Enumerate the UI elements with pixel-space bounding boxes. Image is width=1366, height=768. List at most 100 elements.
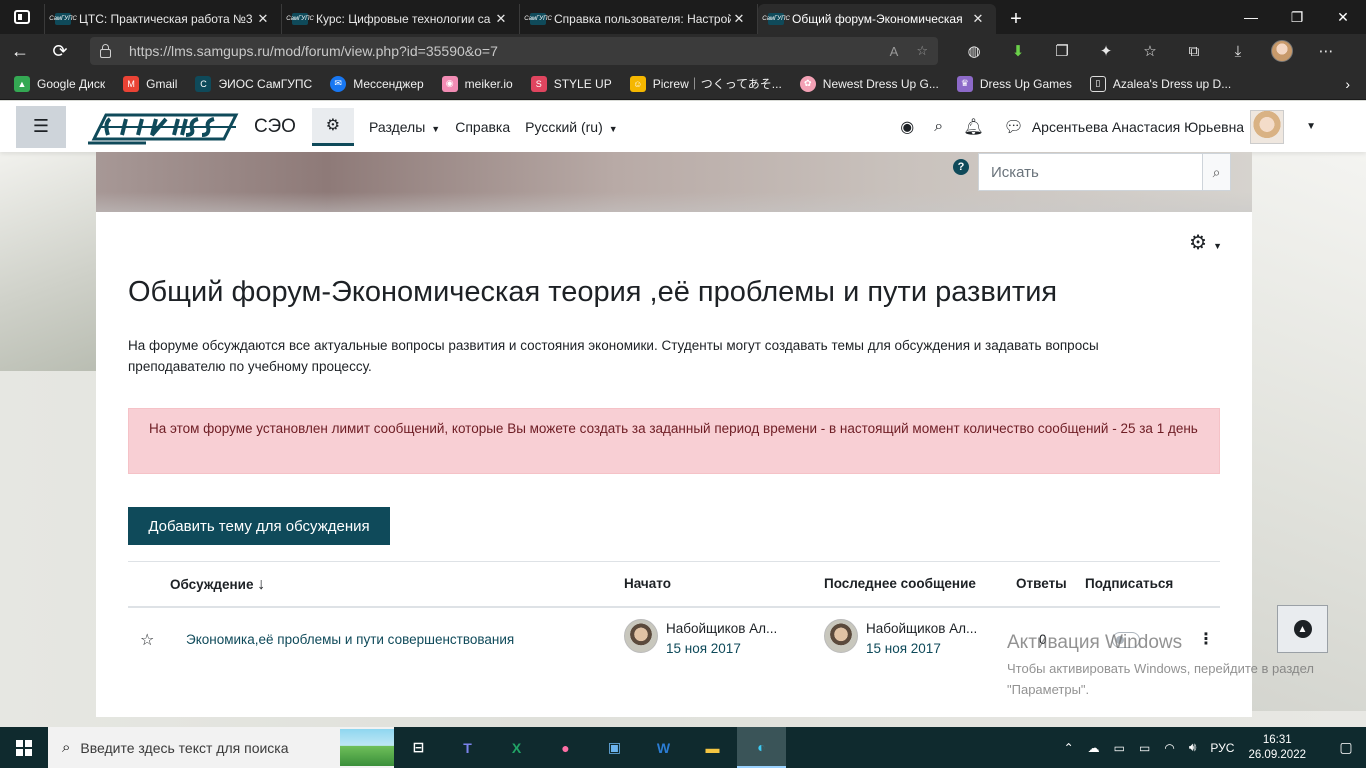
paint3d-icon[interactable]: ●: [541, 727, 590, 768]
last-post-date[interactable]: 15 ноя 2017: [866, 639, 977, 659]
caret-down-icon: ▼: [608, 123, 618, 134]
caret-down-icon: ▼: [431, 123, 441, 134]
more-menu-icon[interactable]: ⋯: [1304, 34, 1348, 68]
bookmark-meiker[interactable]: ◉ meiker.io: [441, 75, 513, 92]
bookmark-newest-dressup[interactable]: ✿ Newest Dress Up G...: [799, 75, 939, 92]
start-button[interactable]: [0, 727, 48, 768]
clock-time: 16:31: [1262, 733, 1292, 746]
language-indicator[interactable]: РУС: [1210, 741, 1234, 755]
picrew-icon: ☺: [629, 75, 646, 92]
column-header-last-post[interactable]: Последнее сообщение: [824, 576, 976, 591]
meet-now-icon[interactable]: ▭: [1114, 741, 1125, 755]
user-menu-caret-icon[interactable]: ▼: [1306, 121, 1316, 132]
teams-icon[interactable]: T: [443, 727, 492, 768]
excel-icon[interactable]: X: [492, 727, 541, 768]
address-bar[interactable]: https://lms.samgups.ru/mod/forum/view.ph…: [90, 37, 938, 65]
word-icon[interactable]: W: [639, 727, 688, 768]
explorer-icon[interactable]: ▬: [688, 727, 737, 768]
author-avatar[interactable]: [624, 619, 658, 653]
forum-search-input[interactable]: [979, 154, 1202, 190]
bookmark-azalea[interactable]: ▯ Azalea's Dress up D...: [1089, 75, 1231, 92]
search-submit-button[interactable]: ⌕: [1202, 154, 1230, 190]
activation-title: Активация Windows: [1007, 632, 1183, 653]
add-discussion-button[interactable]: Добавить тему для обсуждения: [128, 507, 390, 545]
minimize-icon[interactable]: —: [1228, 0, 1274, 34]
forum-settings-menu[interactable]: ⚙ ▼: [1189, 230, 1222, 255]
samgups-favicon: СамГУПС: [49, 13, 77, 25]
battery-icon[interactable]: ▭: [1139, 741, 1150, 755]
messages-icon[interactable]: 💬︎: [1004, 117, 1024, 137]
task-view-icon[interactable]: ⊟: [394, 727, 443, 768]
bookmark-styleup[interactable]: S STYLE UP: [530, 75, 612, 92]
favorites-icon[interactable]: ☆: [1128, 34, 1172, 68]
column-header-discussion[interactable]: Обсуждение ↓: [170, 576, 265, 594]
profile-avatar-image: [1271, 40, 1293, 62]
extensions-icon[interactable]: ✦: [1084, 34, 1128, 68]
edge-icon[interactable]: ◐: [737, 727, 786, 768]
admin-gears-button[interactable]: ⚙: [311, 107, 354, 146]
close-tab-icon[interactable]: ✕: [493, 11, 509, 27]
notifications-bell-icon[interactable]: 🔔︎: [963, 117, 983, 137]
search-icon: ⌕: [1212, 163, 1221, 180]
taskbar-search[interactable]: ⌕ Введите здесь текст для поиска: [48, 727, 394, 768]
browser-tab-2[interactable]: СамГУПС Курс: Цифровые технологии са ✕: [282, 4, 520, 34]
author-avatar[interactable]: [824, 619, 858, 653]
close-window-icon[interactable]: ✕: [1320, 0, 1366, 34]
bookmarks-overflow-icon[interactable]: ›: [1345, 76, 1350, 92]
downloads-icon[interactable]: ⤓: [1216, 34, 1260, 68]
close-tab-icon[interactable]: ✕: [255, 11, 271, 27]
bookmark-eios[interactable]: С ЭИОС СамГУПС: [195, 75, 312, 92]
activation-text: Чтобы активировать Windows, перейдите в …: [1007, 661, 1314, 697]
browser-tab-1[interactable]: СамГУПС ЦТС: Практическая работа №3 ✕: [44, 4, 282, 34]
user-name[interactable]: Арсентьева Анастасия Юрьевна: [1032, 119, 1244, 135]
maximize-icon[interactable]: ❐: [1274, 0, 1320, 34]
bookmark-picrew[interactable]: ☺ Picrew｜つくってあそ...: [629, 75, 782, 92]
started-date[interactable]: 15 ноя 2017: [666, 639, 777, 659]
clock[interactable]: 16:31 26.09.2022: [1248, 733, 1306, 763]
download-extension-icon[interactable]: ⬇: [996, 34, 1040, 68]
profile-avatar[interactable]: [1260, 34, 1304, 68]
site-name[interactable]: СЭО: [254, 116, 296, 138]
wifi-icon[interactable]: ◠: [1164, 741, 1174, 755]
sections-menu[interactable]: Разделы ▼: [369, 119, 440, 135]
column-header-started[interactable]: Начато: [624, 576, 671, 591]
notifications-icon[interactable]: ▢: [1326, 739, 1366, 756]
user-avatar[interactable]: [1250, 109, 1285, 144]
bookmark-dressup-games[interactable]: ♛ Dress Up Games: [956, 75, 1072, 92]
dressup-games-icon: ♛: [956, 75, 973, 92]
star-discussion-icon[interactable]: ☆: [140, 630, 154, 650]
globe-extension-icon[interactable]: ◍: [952, 34, 996, 68]
close-tab-icon[interactable]: ✕: [731, 11, 747, 27]
search-help-icon[interactable]: ?: [953, 159, 969, 175]
refresh-icon[interactable]: ⟳: [40, 34, 80, 68]
samgups-logo[interactable]: [86, 109, 244, 145]
collections-icon[interactable]: ⧉: [1172, 34, 1216, 68]
bookmark-gmail[interactable]: M Gmail: [123, 75, 177, 92]
browser-tab-3[interactable]: СамГУПС Справка пользователя: Настрой ✕: [520, 4, 758, 34]
bookmark-messenger[interactable]: ✉ Мессенджер: [330, 75, 424, 92]
column-header-replies[interactable]: Ответы: [1016, 576, 1067, 591]
search-icon[interactable]: ⌕: [934, 118, 943, 136]
window-controls: — ❐ ✕: [1228, 0, 1366, 34]
close-tab-icon[interactable]: ✕: [970, 11, 986, 27]
language-menu[interactable]: Русский (ru) ▼: [525, 119, 618, 135]
sort-arrow-icon: ↓: [257, 576, 266, 593]
collections-extension-icon[interactable]: ❐: [1040, 34, 1084, 68]
new-tab-button[interactable]: +: [996, 4, 1036, 34]
tray-overflow-icon[interactable]: ⌃: [1064, 741, 1074, 755]
discussion-link[interactable]: Экономика,её проблемы и пути совершенств…: [186, 632, 514, 647]
photos-icon[interactable]: ▣: [590, 727, 639, 768]
add-favorite-icon[interactable]: ☆: [916, 43, 928, 59]
browser-tab-4-active[interactable]: СамГУПС Общий форум-Экономическая ✕: [758, 4, 996, 34]
samgups-favicon: СамГУПС: [286, 13, 314, 25]
back-arrow-icon[interactable]: ←: [0, 34, 40, 68]
bookmark-google-drive[interactable]: ▲ Google Диск: [14, 75, 105, 92]
drawer-toggle-button[interactable]: ☰: [16, 105, 66, 148]
accessibility-eye-icon[interactable]: ◉: [900, 117, 914, 137]
meiker-icon: ◉: [441, 75, 458, 92]
volume-icon[interactable]: 🔊︎: [1189, 740, 1197, 755]
help-link[interactable]: Справка: [455, 119, 510, 135]
read-aloud-icon[interactable]: A: [890, 44, 899, 59]
tab-actions-button[interactable]: [0, 0, 44, 34]
onedrive-icon[interactable]: ☁: [1088, 741, 1100, 755]
